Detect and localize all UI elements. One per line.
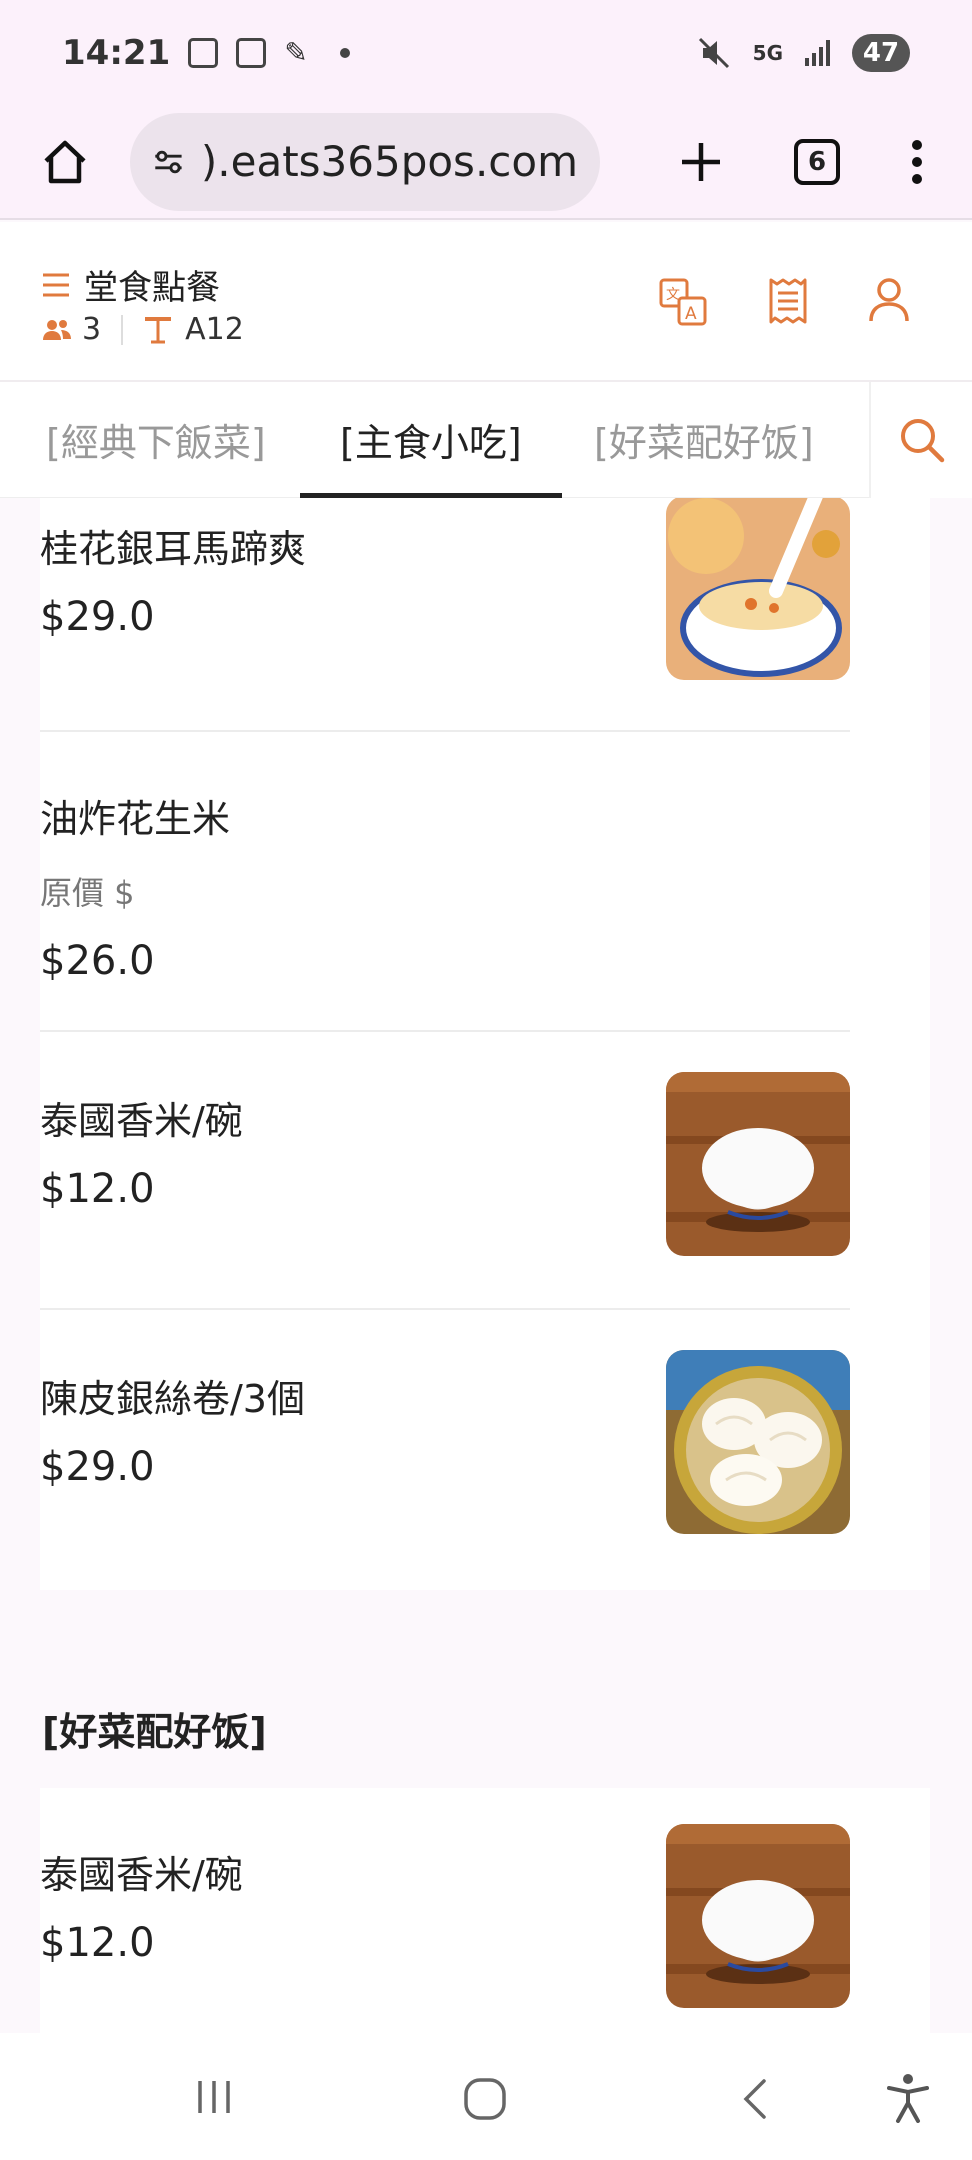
more-menu-icon[interactable]: [910, 139, 924, 185]
menu-item[interactable]: 泰國香米/碗 $12.0: [40, 1788, 850, 2033]
battery-icon: 47: [852, 33, 910, 72]
network-type: 5G: [752, 40, 783, 65]
status-time: 14:21: [62, 32, 171, 73]
new-tab-icon[interactable]: [678, 139, 724, 185]
receipt-icon[interactable]: [768, 277, 808, 325]
svg-text:A: A: [685, 304, 697, 324]
item-image-silver-thread-rolls: [666, 1350, 850, 1534]
item-price: $29.0: [40, 594, 155, 640]
tab-switcher-button[interactable]: 6: [794, 138, 840, 185]
app-notification-icon: ✎: [284, 36, 308, 69]
home-icon[interactable]: [40, 137, 90, 187]
table-number: A12: [185, 312, 244, 347]
browser-toolbar: ).eats365pos.com 6: [0, 105, 972, 220]
menu-item[interactable]: 油炸花生米 原價 $ $26.0: [40, 732, 850, 1032]
system-navigation-bar: [0, 2033, 972, 2160]
section-title: [好菜配好饭]: [42, 1710, 267, 1754]
app-header: 堂食點餐 3 A12 文 A: [0, 222, 972, 382]
svg-text:文: 文: [666, 287, 680, 303]
item-price: $26.0: [40, 938, 155, 984]
tab-rice-combos[interactable]: [好菜配好饭]: [594, 382, 814, 498]
translate-icon[interactable]: 文 A: [658, 277, 708, 327]
search-button[interactable]: [869, 382, 972, 498]
accessibility-icon[interactable]: [886, 2073, 930, 2123]
item-name: 泰國香米/碗: [40, 1099, 243, 1143]
recent-apps-icon[interactable]: [194, 2077, 234, 2117]
tab-classic-dishes[interactable]: [經典下飯菜]: [46, 382, 266, 498]
back-icon[interactable]: [740, 2077, 770, 2121]
item-price: $12.0: [40, 1920, 155, 1966]
item-price: $29.0: [40, 1444, 155, 1490]
site-settings-icon[interactable]: [152, 145, 185, 179]
item-image-rice-bowl: [666, 1072, 850, 1256]
item-price: $12.0: [40, 1166, 155, 1212]
url-bar[interactable]: ).eats365pos.com: [130, 112, 600, 211]
menu-item[interactable]: 泰國香米/碗 $12.0: [40, 1032, 850, 1308]
category-tabs: [經典下飯菜] [主食小吃] [好菜配好饭]: [0, 382, 972, 498]
item-name: 陳皮銀絲卷/3個: [40, 1377, 305, 1421]
signal-icon: [805, 39, 830, 66]
item-name: 桂花銀耳馬蹄爽: [40, 527, 307, 571]
guest-count: 3: [82, 312, 102, 347]
mute-icon: [698, 37, 729, 68]
order-mode[interactable]: 堂食點餐: [42, 260, 220, 309]
hamburger-menu-icon[interactable]: [42, 272, 70, 298]
menu-list: 桂花銀耳馬蹄爽 $29.0 油炸花生米 原價 $ $26.0 泰國香米/碗 $1…: [0, 498, 972, 2033]
more-notifications-icon: [339, 47, 350, 58]
item-name: 油炸花生米: [40, 797, 231, 841]
status-bar: 14:21 ✎ 5G 47: [0, 0, 972, 105]
item-name: 泰國香米/碗: [40, 1853, 243, 1897]
menu-item[interactable]: 桂花銀耳馬蹄爽 $29.0: [40, 498, 850, 680]
page-title: 堂食點餐: [84, 268, 220, 308]
search-icon: [900, 419, 944, 463]
tab-staples-snacks[interactable]: [主食小吃]: [300, 382, 562, 498]
home-button-icon[interactable]: [463, 2077, 507, 2121]
menu-item[interactable]: 陳皮銀絲卷/3個 $29.0: [40, 1310, 850, 1588]
screenshot-icon: [188, 37, 219, 68]
table-icon: [145, 316, 172, 343]
item-image-osmanthus-dessert: [666, 498, 850, 680]
guests-icon: [43, 319, 71, 340]
user-icon[interactable]: [868, 277, 910, 323]
item-original-price: 原價 $: [40, 874, 135, 912]
news-icon: [236, 37, 267, 68]
url-text: ).eats365pos.com: [200, 137, 578, 186]
item-image-rice-bowl: [666, 1824, 850, 2008]
